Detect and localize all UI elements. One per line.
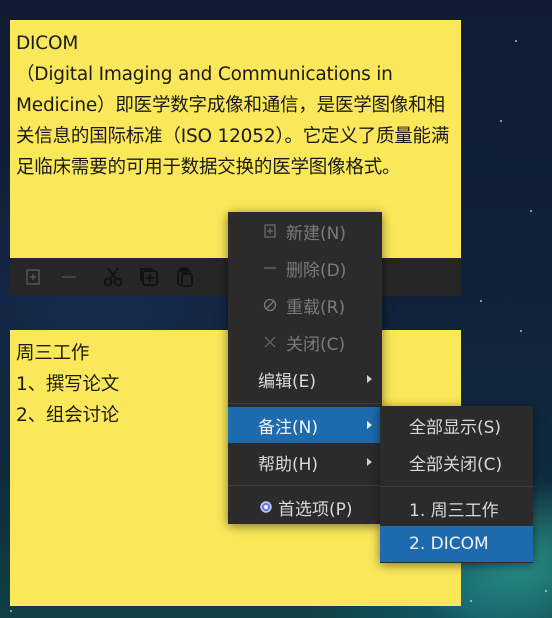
menu-item-help[interactable]: 帮助(H) <box>228 444 382 480</box>
note-text[interactable]: DICOM （Digital Imaging and Communication… <box>10 20 461 183</box>
context-menu: 新建(N) 删除(D) 重载(R) 关闭(C) 编辑(E) 备注(N) 帮助(H… <box>228 212 382 524</box>
menu-item-label: 删除(D) <box>286 260 347 281</box>
menu-item-label: 新建(N) <box>286 223 346 244</box>
menu-item-label: 帮助(H) <box>258 454 319 475</box>
star <box>10 610 12 612</box>
scissors-icon[interactable] <box>100 264 126 290</box>
menu-item-preferences[interactable]: 首选项(P) <box>228 489 382 525</box>
menu-item-label: 首选项(P) <box>278 499 353 520</box>
menu-item-label: 备注(N) <box>258 417 318 438</box>
menu-separator <box>228 403 382 404</box>
submenu-arrow-icon <box>367 458 372 466</box>
minus-icon[interactable] <box>56 264 82 290</box>
menu-item-new[interactable]: 新建(N) <box>228 213 382 249</box>
menu-item-label: 关闭(C) <box>286 334 346 355</box>
star <box>515 40 517 42</box>
star <box>530 210 532 212</box>
submenu-item-note-1[interactable]: 1. 周三工作 <box>380 490 533 526</box>
menu-item-edit[interactable]: 编辑(E) <box>228 361 382 397</box>
submenu-item-label: 全部关闭(C) <box>409 454 503 475</box>
submenu-item-label: 1. 周三工作 <box>409 500 499 521</box>
star <box>500 120 502 122</box>
notes-submenu: 全部显示(S) 全部关闭(C) 1. 周三工作 2. DICOM <box>380 406 533 563</box>
menu-item-reload[interactable]: 重载(R) <box>228 287 382 323</box>
star <box>520 330 522 332</box>
menu-item-label: 编辑(E) <box>258 371 317 392</box>
close-icon <box>258 336 282 348</box>
note-new-icon[interactable] <box>20 264 46 290</box>
minus-icon <box>258 266 282 270</box>
reload-disabled-icon <box>258 298 282 312</box>
copy-icon[interactable] <box>136 264 162 290</box>
submenu-arrow-icon <box>367 375 372 383</box>
submenu-item-note-2[interactable]: 2. DICOM <box>380 526 533 562</box>
star <box>545 590 547 592</box>
submenu-item-label: 2. DICOM <box>409 534 489 554</box>
star <box>470 600 472 602</box>
menu-item-notes[interactable]: 备注(N) <box>228 407 382 443</box>
menu-item-label: 重载(R) <box>286 297 346 318</box>
menu-separator <box>380 486 533 487</box>
submenu-item-label: 全部显示(S) <box>409 417 502 438</box>
new-note-icon <box>258 224 282 238</box>
menu-item-delete[interactable]: 删除(D) <box>228 250 382 286</box>
gear-icon <box>258 500 274 514</box>
submenu-item-close-all[interactable]: 全部关闭(C) <box>380 444 533 480</box>
submenu-arrow-icon <box>367 421 372 429</box>
paste-icon[interactable] <box>172 264 198 290</box>
star <box>480 300 482 302</box>
submenu-item-show-all[interactable]: 全部显示(S) <box>380 407 533 443</box>
menu-separator <box>228 485 382 486</box>
menu-item-close[interactable]: 关闭(C) <box>228 324 382 360</box>
